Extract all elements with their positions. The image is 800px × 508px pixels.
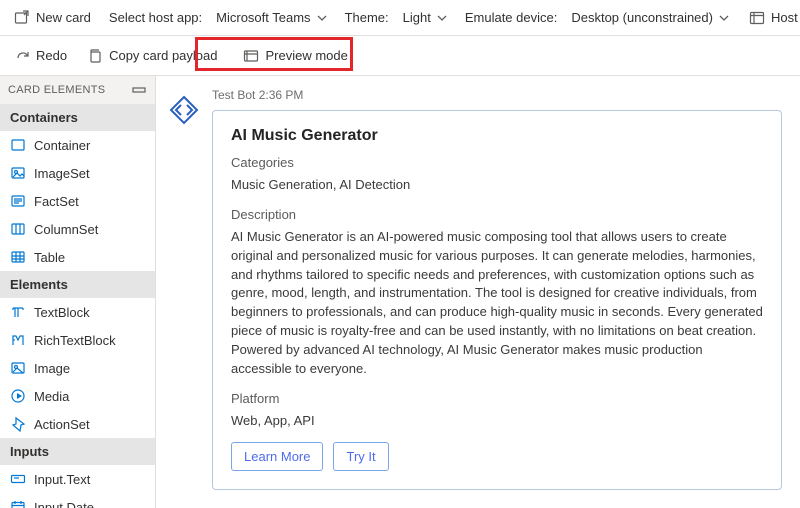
element-label: FactSet [34,194,79,209]
element-label: Image [34,361,70,376]
element-factset[interactable]: FactSet [0,187,155,215]
categories-value: Music Generation, AI Detection [231,176,763,195]
table-icon [10,249,26,265]
element-richtextblock[interactable]: RichTextBlock [0,326,155,354]
host-app-docs-button[interactable]: Host App Docs [741,4,800,32]
learn-more-button[interactable]: Learn More [231,442,323,471]
second-toolbar: Redo Copy card payload Preview mode [0,36,800,76]
element-image[interactable]: Image [0,354,155,382]
preview-area: Test Bot 2:36 PM AI Music Generator Cate… [156,76,800,508]
emulate-select[interactable]: Desktop (unconstrained) [563,4,737,32]
description-label: Description [231,207,763,222]
card-elements-panel: CARD ELEMENTS Containers Container ImageSe… [0,76,156,508]
main-area: CARD ELEMENTS Containers Container ImageSe… [0,76,800,508]
try-it-button[interactable]: Try It [333,442,388,471]
element-label: ImageSet [34,166,90,181]
emulate-label: Emulate device: [457,10,562,25]
theme-label: Theme: [337,10,393,25]
copy-payload-button[interactable]: Copy card payload [79,42,225,70]
media-icon [10,388,26,404]
element-textblock[interactable]: TextBlock [0,298,155,326]
category-elements[interactable]: Elements [0,271,155,298]
redo-icon [14,48,30,64]
columnset-icon [10,221,26,237]
adaptive-card: AI Music Generator Categories Music Gene… [212,110,782,490]
element-imageset[interactable]: ImageSet [0,159,155,187]
docs-icon [749,10,765,26]
host-app-label: Select host app: [101,10,206,25]
container-icon [10,137,26,153]
bot-avatar-icon [168,94,200,126]
element-actionset[interactable]: ActionSet [0,410,155,438]
element-label: Input.Date [34,500,94,508]
new-card-button[interactable]: New card [6,4,99,32]
element-columnset[interactable]: ColumnSet [0,215,155,243]
element-label: ActionSet [34,417,90,432]
richtext-icon [10,332,26,348]
image-icon [10,360,26,376]
preview-mode-label: Preview mode [265,48,347,63]
host-app-value: Microsoft Teams [216,10,310,25]
theme-select[interactable]: Light [395,4,455,32]
element-label: ColumnSet [34,222,98,237]
emulate-value: Desktop (unconstrained) [571,10,713,25]
theme-value: Light [403,10,431,25]
element-label: Input.Text [34,472,90,487]
redo-label: Redo [36,48,67,63]
textblock-icon [10,304,26,320]
platform-value: Web, App, API [231,412,763,431]
preview-mode-button[interactable]: Preview mode [235,42,355,70]
element-label: Container [34,138,90,153]
top-toolbar: New card Select host app: Microsoft Team… [0,0,800,36]
host-app-select[interactable]: Microsoft Teams [208,4,334,32]
bot-meta: Test Bot 2:36 PM [212,88,782,102]
element-label: TextBlock [34,305,90,320]
imageset-icon [10,165,26,181]
factset-icon [10,193,26,209]
category-containers[interactable]: Containers [0,104,155,131]
chevron-down-icon [317,13,327,23]
element-input-date[interactable]: Input.Date [0,493,155,508]
element-table[interactable]: Table [0,243,155,271]
redo-button[interactable]: Redo [6,42,75,70]
chevron-down-icon [437,13,447,23]
categories-label: Categories [231,155,763,170]
category-inputs[interactable]: Inputs [0,438,155,465]
element-input-text[interactable]: Input.Text [0,465,155,493]
input-text-icon [10,471,26,487]
element-media[interactable]: Media [0,382,155,410]
bot-name: Test Bot [212,88,255,102]
card-actions: Learn More Try It [231,442,763,471]
collapse-icon[interactable] [131,82,147,98]
element-container[interactable]: Container [0,131,155,159]
bot-time: 2:36 PM [259,88,304,102]
host-app-docs-label: Host App Docs [771,10,800,25]
copy-icon [87,48,103,64]
preview-icon [243,48,259,64]
element-label: Media [34,389,69,404]
card-title: AI Music Generator [231,127,763,145]
card-elements-header[interactable]: CARD ELEMENTS [0,76,155,104]
card-elements-title: CARD ELEMENTS [8,84,105,96]
element-label: Table [34,250,65,265]
element-label: RichTextBlock [34,333,116,348]
platform-label: Platform [231,391,763,406]
new-card-label: New card [36,10,91,25]
actionset-icon [10,416,26,432]
new-card-icon [14,10,30,26]
input-date-icon [10,499,26,508]
description-value: AI Music Generator is an AI-powered musi… [231,228,763,379]
chevron-down-icon [719,13,729,23]
copy-payload-label: Copy card payload [109,48,217,63]
